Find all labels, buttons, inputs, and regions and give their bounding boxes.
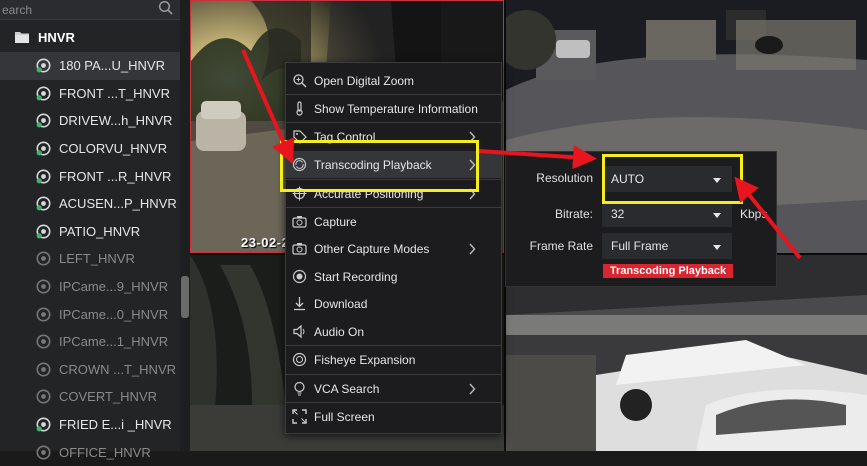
arrow-to-resolution xyxy=(734,176,802,260)
arrow-to-panel xyxy=(478,145,597,170)
annotation-arrows xyxy=(241,49,802,260)
arrow-to-menu-item xyxy=(241,49,295,164)
